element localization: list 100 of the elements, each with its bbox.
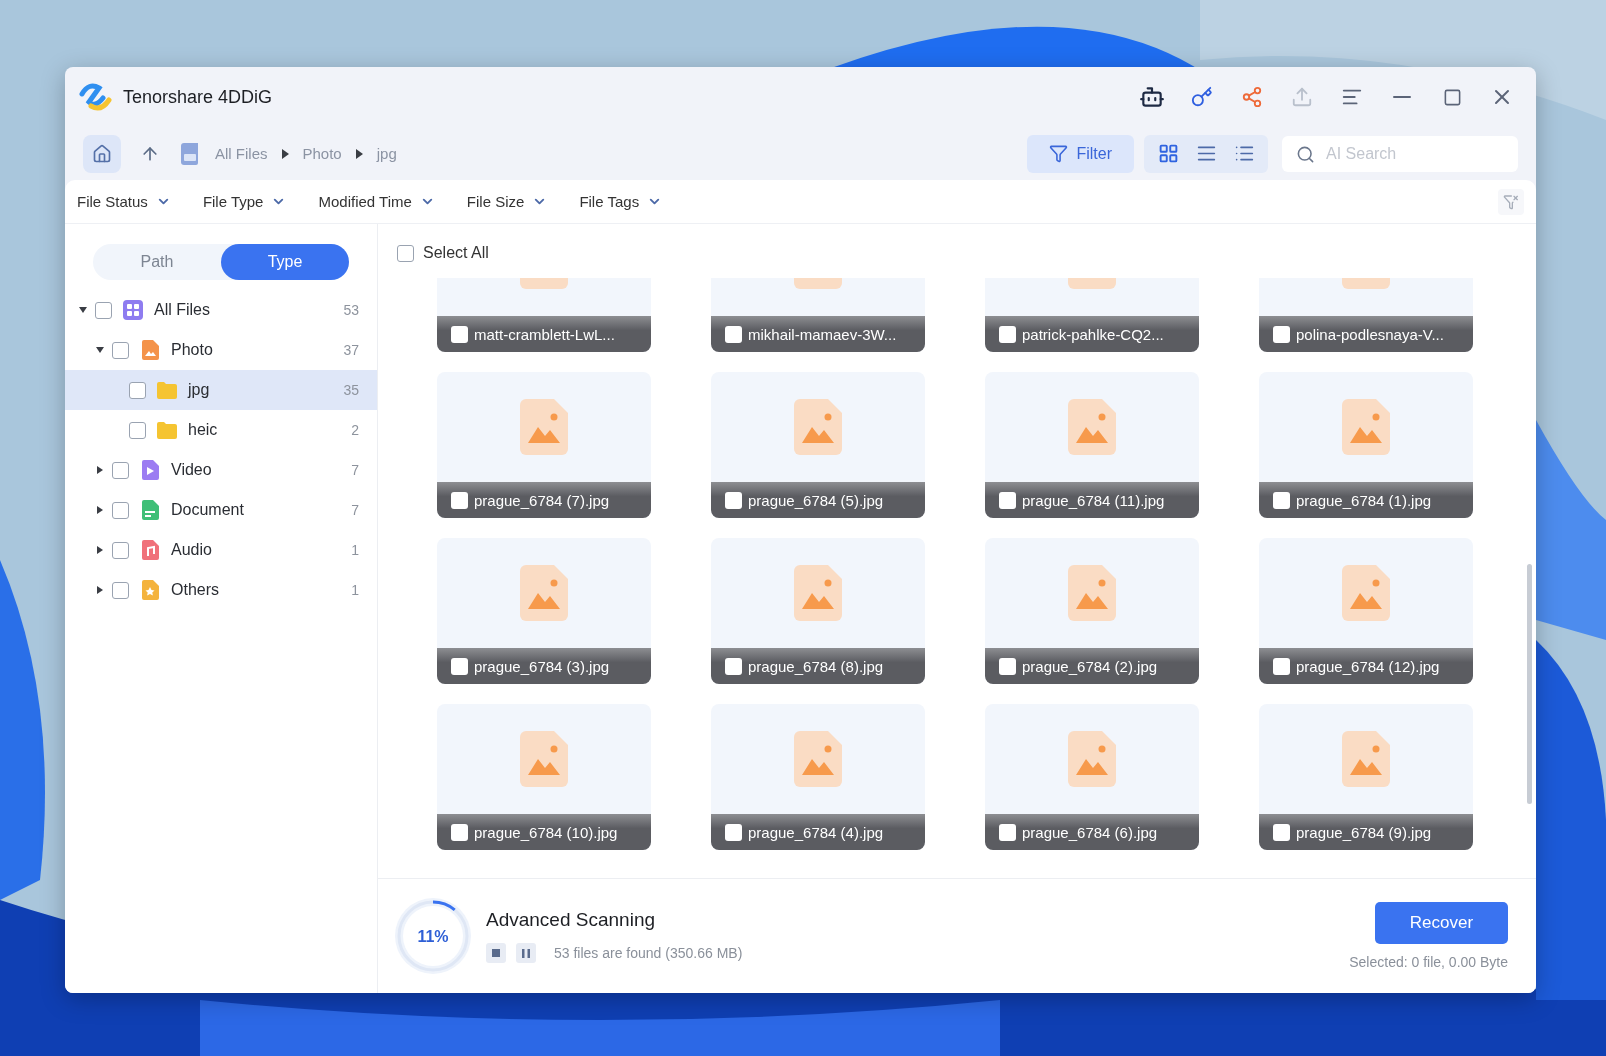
file-name: matt-cramblett-LwL... bbox=[474, 325, 615, 343]
checkbox[interactable] bbox=[725, 823, 742, 841]
file-card[interactable]: prague_6784 (8).jpg bbox=[711, 538, 925, 684]
checkbox[interactable] bbox=[451, 491, 468, 509]
checkbox[interactable] bbox=[112, 341, 129, 359]
file-name: patrick-pahlke-CQ2... bbox=[1022, 325, 1164, 343]
checkbox[interactable] bbox=[999, 657, 1016, 675]
file-card[interactable]: patrick-pahlke-CQ2... bbox=[985, 278, 1199, 352]
file-name: prague_6784 (6).jpg bbox=[1022, 823, 1158, 841]
share-icon bbox=[1241, 86, 1263, 108]
tab[interactable]: Path bbox=[93, 244, 221, 280]
checkbox[interactable] bbox=[1273, 325, 1290, 343]
file-name: prague_6784 (9).jpg bbox=[1296, 823, 1432, 841]
checkbox[interactable] bbox=[725, 657, 742, 675]
file-count: 35 bbox=[343, 382, 359, 398]
tab[interactable]: Type bbox=[221, 244, 349, 280]
file-card[interactable]: prague_6784 (10).jpg bbox=[437, 704, 651, 850]
file-card[interactable]: prague_6784 (11).jpg bbox=[985, 372, 1199, 518]
file-card[interactable]: prague_6784 (3).jpg bbox=[437, 538, 651, 684]
file-card[interactable]: prague_6784 (1).jpg bbox=[1259, 372, 1473, 518]
home-button[interactable] bbox=[83, 134, 121, 173]
caret-right-icon bbox=[281, 148, 289, 159]
checkbox[interactable] bbox=[999, 823, 1016, 841]
file-count: 1 bbox=[351, 542, 359, 558]
checkbox[interactable] bbox=[112, 541, 129, 559]
tree-item[interactable]: Audio 1 bbox=[65, 530, 377, 570]
file-count: 2 bbox=[351, 422, 359, 438]
tree-item[interactable]: heic 2 bbox=[65, 410, 377, 450]
tree-item[interactable]: Video 7 bbox=[65, 450, 377, 490]
file-card[interactable]: matt-cramblett-LwL... bbox=[437, 278, 651, 352]
checkbox[interactable] bbox=[95, 301, 112, 319]
photo-file-icon bbox=[139, 339, 161, 361]
scan-status: 53 files are found (350.66 MB) bbox=[554, 945, 743, 961]
checkbox[interactable] bbox=[999, 491, 1016, 509]
file-card[interactable]: prague_6784 (9).jpg bbox=[1259, 704, 1473, 850]
checkbox[interactable] bbox=[129, 421, 146, 439]
tree-item[interactable]: Document 7 bbox=[65, 490, 377, 530]
select-all-checkbox[interactable] bbox=[397, 244, 414, 262]
file-name: prague_6784 (8).jpg bbox=[748, 657, 884, 675]
checkbox[interactable] bbox=[129, 381, 146, 399]
tree-item-label: All Files bbox=[154, 301, 211, 319]
search-field[interactable]: AI Search bbox=[1282, 135, 1518, 172]
tree-item[interactable]: Photo 37 bbox=[65, 330, 377, 370]
stop-button[interactable] bbox=[486, 943, 506, 963]
file-card[interactable]: prague_6784 (6).jpg bbox=[985, 704, 1199, 850]
caret-down-icon[interactable] bbox=[96, 346, 104, 354]
checkbox[interactable] bbox=[451, 657, 468, 675]
file-name: prague_6784 (4).jpg bbox=[748, 823, 884, 841]
filter-button[interactable]: Filter bbox=[1027, 134, 1134, 173]
pause-button[interactable] bbox=[516, 943, 536, 963]
file-card[interactable]: prague_6784 (5).jpg bbox=[711, 372, 925, 518]
checkbox[interactable] bbox=[725, 491, 742, 509]
all-files-icon bbox=[122, 299, 144, 321]
scan-progress-ring: 11% bbox=[394, 897, 472, 975]
filter-dropdown[interactable]: File Size bbox=[466, 183, 562, 220]
checkbox[interactable] bbox=[1273, 657, 1290, 675]
tree-item[interactable]: All Files 53 bbox=[65, 290, 377, 330]
file-card[interactable]: prague_6784 (12).jpg bbox=[1259, 538, 1473, 684]
file-card[interactable]: polina-podlesnaya-V... bbox=[1259, 278, 1473, 352]
tree-item-label: Photo bbox=[171, 341, 214, 359]
file-card[interactable]: mikhail-mamaev-3W... bbox=[711, 278, 925, 352]
selection-summary: Selected: 0 file, 0.00 Byte bbox=[1349, 954, 1508, 970]
caret-right-icon[interactable] bbox=[96, 546, 104, 554]
file-card[interactable]: prague_6784 (7).jpg bbox=[437, 372, 651, 518]
tree-item[interactable]: Others 1 bbox=[65, 570, 377, 610]
caret-right-icon[interactable] bbox=[96, 466, 104, 474]
recover-button[interactable]: Recover bbox=[1375, 902, 1508, 944]
checkbox[interactable] bbox=[112, 581, 129, 599]
app-logo-icon bbox=[79, 82, 113, 112]
checkbox[interactable] bbox=[112, 501, 129, 519]
checkbox[interactable] bbox=[725, 325, 742, 343]
file-card[interactable]: prague_6784 (2).jpg bbox=[985, 538, 1199, 684]
file-count: 7 bbox=[351, 462, 359, 478]
checkbox[interactable] bbox=[999, 325, 1016, 343]
tree-item-label: Document bbox=[171, 501, 245, 519]
filter-dropdown[interactable]: Modified Time bbox=[318, 183, 449, 220]
search-icon bbox=[1296, 144, 1315, 164]
file-card[interactable]: prague_6784 (4).jpg bbox=[711, 704, 925, 850]
video-file-icon bbox=[139, 459, 161, 481]
file-name: prague_6784 (11).jpg bbox=[1022, 491, 1165, 509]
caret-right-icon[interactable] bbox=[96, 506, 104, 514]
filter-dropdown[interactable]: File Tags bbox=[579, 183, 677, 220]
checkbox[interactable] bbox=[451, 325, 468, 343]
checkbox[interactable] bbox=[1273, 823, 1290, 841]
file-name: prague_6784 (2).jpg bbox=[1022, 657, 1158, 675]
stop-icon bbox=[492, 949, 500, 957]
scrollbar[interactable] bbox=[1527, 564, 1532, 804]
checkbox[interactable] bbox=[112, 461, 129, 479]
folder-icon bbox=[156, 379, 178, 401]
filter-dropdown[interactable]: File Status bbox=[77, 183, 185, 220]
file-name: prague_6784 (1).jpg bbox=[1296, 491, 1432, 509]
checkbox[interactable] bbox=[451, 823, 468, 841]
caret-right-icon[interactable] bbox=[96, 586, 104, 594]
caret-down-icon[interactable] bbox=[79, 306, 87, 314]
filter-dropdown[interactable]: File Type bbox=[202, 183, 301, 220]
file-name: prague_6784 (3).jpg bbox=[474, 657, 610, 675]
checkbox[interactable] bbox=[1273, 491, 1290, 509]
funnel-icon bbox=[1049, 144, 1069, 163]
tree-item[interactable]: jpg 35 bbox=[65, 370, 377, 410]
folder-icon bbox=[156, 419, 178, 441]
